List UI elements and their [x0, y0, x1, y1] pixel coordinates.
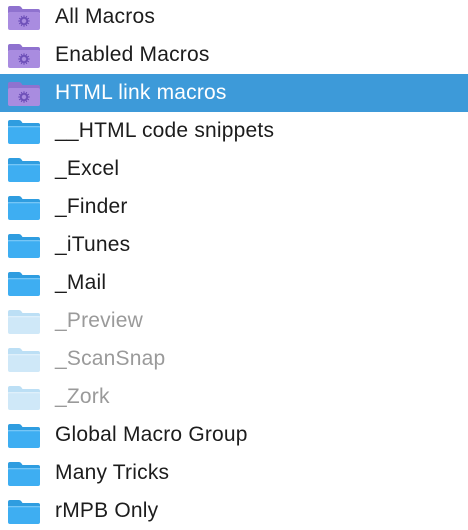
group-row-html-link-macros[interactable]: HTML link macros [0, 74, 468, 112]
group-label: _Excel [55, 157, 120, 180]
folder-icon [6, 421, 42, 449]
group-row-zork[interactable]: _Zork [0, 378, 468, 416]
group-label: Many Tricks [55, 461, 170, 484]
group-label: _Finder [55, 195, 128, 218]
group-row-scansnap[interactable]: _ScanSnap [0, 340, 468, 378]
group-label: _ScanSnap [55, 347, 166, 370]
group-row-rmpb-only[interactable]: rMPB Only [0, 492, 468, 530]
group-row-many-tricks[interactable]: Many Tricks [0, 454, 468, 492]
group-row-html-code-snippets[interactable]: __HTML code snippets [0, 112, 468, 150]
group-label: _iTunes [55, 233, 131, 256]
group-label: All Macros [55, 5, 156, 28]
folder-icon [6, 231, 42, 259]
folder-icon [6, 345, 42, 373]
group-label: _Zork [55, 385, 110, 408]
folder-icon [6, 269, 42, 297]
folder-icon [6, 155, 42, 183]
group-row-all-macros[interactable]: All Macros [0, 0, 468, 36]
folder-icon [6, 193, 42, 221]
group-row-preview[interactable]: _Preview [0, 302, 468, 340]
group-label: _Preview [55, 309, 143, 332]
group-row-excel[interactable]: _Excel [0, 150, 468, 188]
group-row-global-macro-group[interactable]: Global Macro Group [0, 416, 468, 454]
group-row-itunes[interactable]: _iTunes [0, 226, 468, 264]
folder-icon [6, 459, 42, 487]
folder-icon [6, 497, 42, 525]
group-label: HTML link macros [55, 81, 227, 104]
folder-icon [6, 383, 42, 411]
smart-folder-icon [6, 79, 42, 107]
group-row-mail[interactable]: _Mail [0, 264, 468, 302]
group-label: Enabled Macros [55, 43, 210, 66]
folder-icon [6, 307, 42, 335]
group-label: __HTML code snippets [55, 119, 275, 142]
group-row-enabled-macros[interactable]: Enabled Macros [0, 36, 468, 74]
group-label: _Mail [55, 271, 107, 294]
group-label: rMPB Only [55, 499, 159, 522]
group-row-finder[interactable]: _Finder [0, 188, 468, 226]
folder-icon [6, 117, 42, 145]
macro-group-list: All Macros Enabled Macros HTML link macr… [0, 0, 468, 528]
smart-folder-icon [6, 3, 42, 31]
group-label: Global Macro Group [55, 423, 248, 446]
smart-folder-icon [6, 41, 42, 69]
